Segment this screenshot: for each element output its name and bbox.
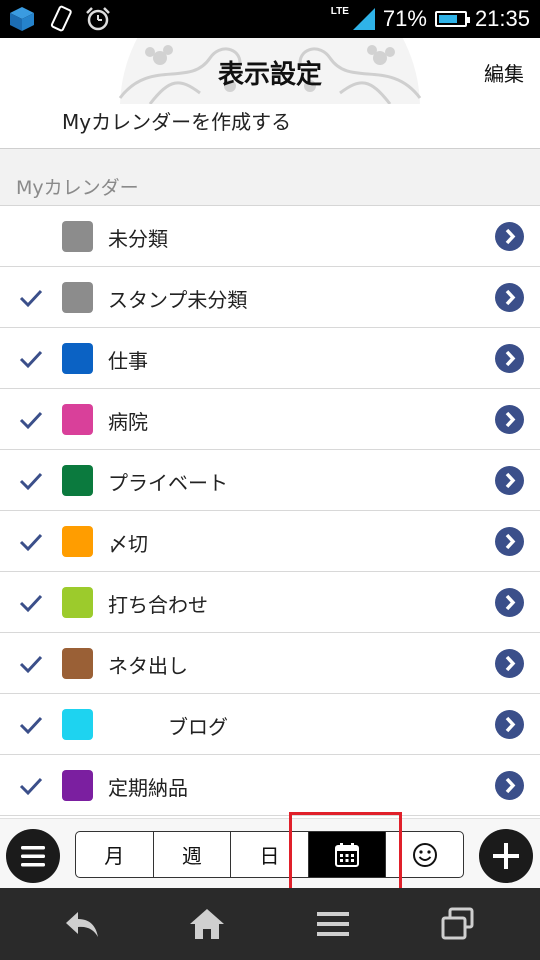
calendar-name: スタンプ未分類 bbox=[108, 288, 248, 312]
smiley-icon bbox=[412, 842, 437, 867]
app-box-icon bbox=[10, 7, 34, 31]
tab-calendar-settings[interactable] bbox=[308, 832, 387, 877]
calendar-icon bbox=[335, 842, 360, 867]
checkmark-icon[interactable] bbox=[18, 468, 44, 494]
calendar-color-swatch bbox=[62, 770, 93, 801]
home-icon[interactable] bbox=[187, 906, 227, 942]
checkmark-icon[interactable] bbox=[18, 285, 44, 311]
calendar-color-swatch bbox=[62, 587, 93, 618]
calendar-row[interactable]: 定期納品 bbox=[0, 755, 540, 816]
calendar-color-swatch bbox=[62, 343, 93, 374]
calendar-name: 〆切 bbox=[108, 532, 148, 556]
status-bar: LTE 71% 21:35 bbox=[0, 0, 540, 38]
checkmark-icon[interactable] bbox=[18, 346, 44, 372]
calendar-name: 定期納品 bbox=[108, 776, 188, 800]
system-nav-bar bbox=[0, 888, 540, 960]
calendar-list: 未分類 スタンプ未分類 仕事 病院 プライベート 〆切 打ち合わせ ネタ出し ブ… bbox=[0, 206, 540, 816]
calendar-row[interactable]: 〆切 bbox=[0, 511, 540, 572]
recent-apps-icon[interactable] bbox=[438, 906, 478, 942]
calendar-name: 打ち合わせ bbox=[108, 593, 208, 617]
battery-percent: 71% bbox=[382, 6, 427, 31]
checkmark-icon[interactable] bbox=[18, 529, 44, 555]
calendar-color-swatch bbox=[62, 465, 93, 496]
chevron-right-icon[interactable] bbox=[495, 344, 524, 373]
chevron-right-icon[interactable] bbox=[495, 222, 524, 251]
phone-rotate-icon bbox=[50, 5, 72, 32]
back-icon[interactable] bbox=[62, 906, 102, 942]
checkmark-icon[interactable] bbox=[18, 590, 44, 616]
calendar-row[interactable]: プライベート bbox=[0, 450, 540, 511]
calendar-name: 未分類 bbox=[108, 227, 168, 251]
chevron-right-icon[interactable] bbox=[495, 283, 524, 312]
chevron-right-icon[interactable] bbox=[495, 649, 524, 678]
calendar-color-swatch bbox=[62, 648, 93, 679]
chevron-right-icon[interactable] bbox=[495, 588, 524, 617]
calendar-name: ブログ bbox=[108, 715, 228, 739]
calendar-color-swatch bbox=[62, 709, 93, 740]
chevron-right-icon[interactable] bbox=[495, 710, 524, 739]
clock: 21:35 bbox=[474, 6, 530, 31]
view-switcher: 月 週 日 bbox=[75, 831, 464, 878]
app-header: 表示設定 編集 bbox=[0, 38, 540, 104]
checkmark-icon[interactable] bbox=[18, 712, 44, 738]
menu-button[interactable] bbox=[6, 829, 60, 883]
calendar-name: 病院 bbox=[108, 410, 148, 434]
calendar-name: プライベート bbox=[108, 471, 228, 495]
tab-week[interactable]: 週 bbox=[154, 832, 232, 877]
network-type-label: LTE bbox=[330, 5, 349, 17]
create-calendar-label: Myカレンダーを作成する bbox=[62, 110, 292, 134]
page-title: 表示設定 bbox=[217, 60, 322, 90]
checkmark-icon[interactable] bbox=[18, 651, 44, 677]
bottom-toolbar: 月 週 日 bbox=[0, 818, 540, 888]
checkmark-icon[interactable] bbox=[18, 773, 44, 799]
calendar-row[interactable]: 打ち合わせ bbox=[0, 572, 540, 633]
chevron-right-icon[interactable] bbox=[495, 405, 524, 434]
calendar-row[interactable]: 未分類 bbox=[0, 206, 540, 267]
calendar-name: 仕事 bbox=[108, 349, 148, 373]
calendar-color-swatch bbox=[62, 526, 93, 557]
tab-day[interactable]: 日 bbox=[231, 832, 309, 877]
chevron-right-icon[interactable] bbox=[495, 771, 524, 800]
calendar-color-swatch bbox=[62, 221, 93, 252]
calendar-color-swatch bbox=[62, 404, 93, 435]
hamburger-menu-icon bbox=[21, 846, 45, 867]
calendar-row[interactable]: ネタ出し bbox=[0, 633, 540, 694]
section-header-label: Myカレンダー bbox=[16, 177, 139, 199]
edit-button[interactable]: 編集 bbox=[484, 58, 524, 87]
calendar-color-swatch bbox=[62, 282, 93, 313]
battery-icon bbox=[434, 11, 470, 27]
create-calendar-row[interactable]: Myカレンダーを作成する bbox=[0, 104, 540, 149]
add-button[interactable] bbox=[479, 829, 533, 883]
calendar-row[interactable]: スタンプ未分類 bbox=[0, 267, 540, 328]
plus-icon bbox=[493, 843, 519, 869]
calendar-name: ネタ出し bbox=[108, 654, 188, 678]
tab-month[interactable]: 月 bbox=[76, 832, 154, 877]
chevron-right-icon[interactable] bbox=[495, 466, 524, 495]
chevron-right-icon[interactable] bbox=[495, 527, 524, 556]
checkmark-icon[interactable] bbox=[18, 407, 44, 433]
section-header: Myカレンダー bbox=[0, 149, 540, 206]
tab-stamp[interactable] bbox=[386, 832, 463, 877]
calendar-row[interactable]: ブログ bbox=[0, 694, 540, 755]
calendar-row[interactable]: 病院 bbox=[0, 389, 540, 450]
calendar-row[interactable]: 仕事 bbox=[0, 328, 540, 389]
menu-lines-icon[interactable] bbox=[313, 906, 353, 942]
signal-icon bbox=[352, 8, 375, 30]
alarm-clock-icon bbox=[86, 7, 110, 31]
